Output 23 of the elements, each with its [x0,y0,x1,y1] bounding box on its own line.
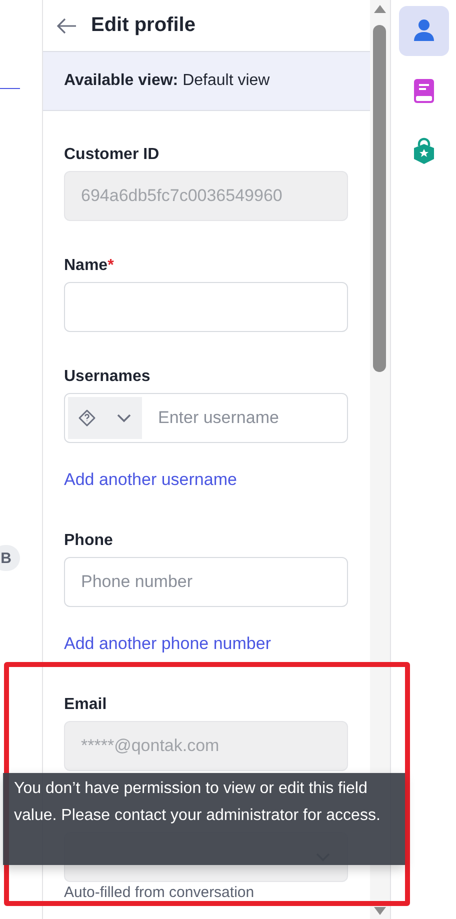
field-label: Email [64,696,108,715]
helper-text: Auto-filled from conversation [64,884,256,901]
question-diamond-icon [78,409,96,427]
username-type-dropdown[interactable] [68,397,142,439]
add-link[interactable]: Add another phone number [64,634,271,654]
add-link[interactable]: Add another username [64,470,237,490]
input-field: *****@qontak.com [64,721,348,771]
permission-tooltip: You don’t have permission to view or edit this field value. Please contact your administrator for access. [3,773,405,865]
link-underline [0,88,20,89]
input-field: 694a6db5fc7c0036549960 [64,171,348,221]
avatar-badge: B [0,545,20,571]
available-view-text: Available view: Default view [64,72,270,90]
page-title: Edit profile [91,14,196,37]
field-label: Usernames [64,368,152,387]
scroll-down-icon[interactable] [373,906,387,916]
scroll-up-icon[interactable] [373,4,387,14]
field-label: Phone [64,532,114,551]
scrollbar-thumb[interactable] [373,25,386,372]
input-field[interactable] [64,282,348,332]
input-field[interactable]: Phone number [64,557,348,607]
chevron-down-icon [116,413,132,423]
field-label: Name* [64,257,115,276]
field-label: Customer ID [64,146,160,165]
